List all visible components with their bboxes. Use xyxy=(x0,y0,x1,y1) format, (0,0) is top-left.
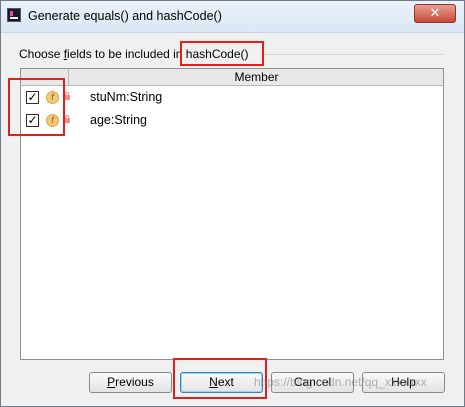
row-checkbox[interactable]: ✓ xyxy=(26,91,39,104)
member-column-header[interactable]: Member xyxy=(68,69,444,85)
private-lock-icon xyxy=(64,115,70,123)
field-icon: f xyxy=(46,91,59,104)
table-row[interactable]: ✓ f age:String xyxy=(21,110,443,132)
url-watermark: https://blog.csdn.net/qq_xxxxxxx xyxy=(254,375,427,389)
member-label: age:String xyxy=(90,113,147,127)
next-button[interactable]: Next xyxy=(180,372,263,393)
title-bar[interactable]: Generate equals() and hashCode() ✕ xyxy=(1,1,464,33)
dialog-window: Generate equals() and hashCode() ✕ Choos… xyxy=(0,0,465,407)
next-mnemonic: N xyxy=(209,375,218,389)
private-lock-icon xyxy=(64,92,70,100)
table-row[interactable]: ✓ f stuNm:String xyxy=(21,87,443,109)
member-label: stuNm:String xyxy=(90,90,163,104)
members-table[interactable]: Member ✓ f stuNm:String ✓ f age:String xyxy=(20,68,444,360)
previous-label-rest: revious xyxy=(115,375,154,389)
fields-prompt-label: Choose fields to be included in hashCode… xyxy=(19,47,249,61)
next-label-rest: ext xyxy=(217,375,234,389)
separator-line xyxy=(261,54,444,55)
close-button[interactable]: ✕ xyxy=(414,4,456,23)
previous-mnemonic: P xyxy=(107,375,116,389)
prompt-text-start: Choose xyxy=(19,47,64,61)
intellij-app-icon xyxy=(7,8,21,22)
table-header: Member xyxy=(21,69,443,86)
prompt-text-end: ields to be included in hashCode() xyxy=(67,47,249,61)
previous-button[interactable]: Previous xyxy=(89,372,172,393)
window-title: Generate equals() and hashCode() xyxy=(28,9,222,23)
field-icon: f xyxy=(46,114,59,127)
row-checkbox[interactable]: ✓ xyxy=(26,114,39,127)
